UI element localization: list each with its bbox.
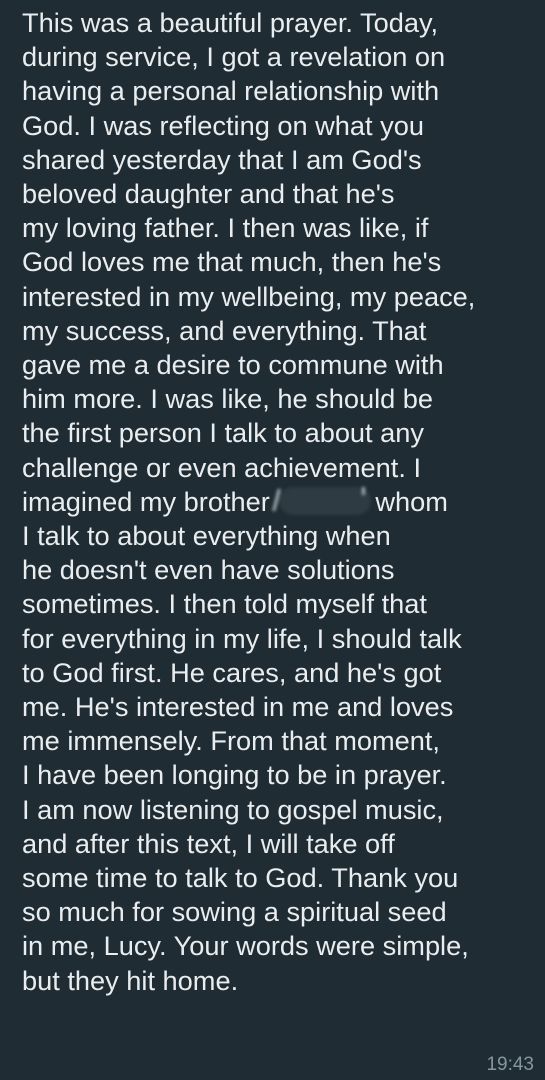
message-line: I talk to about everything when (22, 520, 391, 552)
message-text: This was a beautiful prayer. Today, duri… (22, 6, 537, 998)
message-timestamp: 19:43 (486, 1054, 534, 1075)
message-line: during service, I got a revelation on (22, 41, 446, 73)
message-line: me. He's interested in me and loves (22, 691, 454, 723)
message-line: to God first. He cares, and he's got (22, 656, 442, 688)
redacted-name-blur (279, 486, 372, 515)
message-line: beloved daughter and that he's (22, 178, 395, 210)
message-line: my success, and everything. That (22, 314, 427, 346)
message-line: shared yesterday that I am God's (22, 143, 422, 175)
message-line: gave me a desire to commune with (22, 349, 444, 381)
message-line: This was a beautiful prayer. Today, (22, 7, 439, 38)
message-line: God. I was reflecting on what you (22, 109, 424, 141)
message-line: I am now listening to gospel music, (22, 793, 444, 825)
message-bubble[interactable]: This was a beautiful prayer. Today, duri… (0, 0, 545, 1080)
message-line-start: imagined my brother (22, 485, 270, 517)
message-line: but they hit home. (22, 964, 239, 996)
message-line: my loving father. I then was like, if (22, 212, 429, 244)
message-line-with-redaction: imagined my brother whom (22, 485, 537, 519)
message-line: in me, Lucy. Your words were simple, (22, 930, 469, 962)
message-line: he doesn't even have solutions (22, 554, 395, 586)
message-line-end: whom (375, 485, 448, 517)
message-line: challenge or even achievement. I (22, 451, 421, 483)
message-line: me immensely. From that moment, (22, 725, 440, 757)
message-line: so much for sowing a spiritual seed (22, 896, 447, 928)
message-line: God loves me that much, then he's (22, 246, 442, 278)
message-line: and after this text, I will take off (22, 827, 395, 859)
message-line: the first person I talk to about any (22, 417, 424, 449)
message-line: I have been longing to be in prayer. (22, 759, 447, 791)
message-line: interested in my wellbeing, my peace, (22, 280, 476, 312)
message-line: some time to talk to God. Thank you (22, 862, 459, 894)
message-line: having a personal relationship with (22, 75, 440, 107)
message-line: sometimes. I then told myself that (22, 588, 427, 620)
message-line: him more. I was like, he should be (22, 383, 434, 415)
message-line: for everything in my life, I should talk (22, 622, 462, 654)
